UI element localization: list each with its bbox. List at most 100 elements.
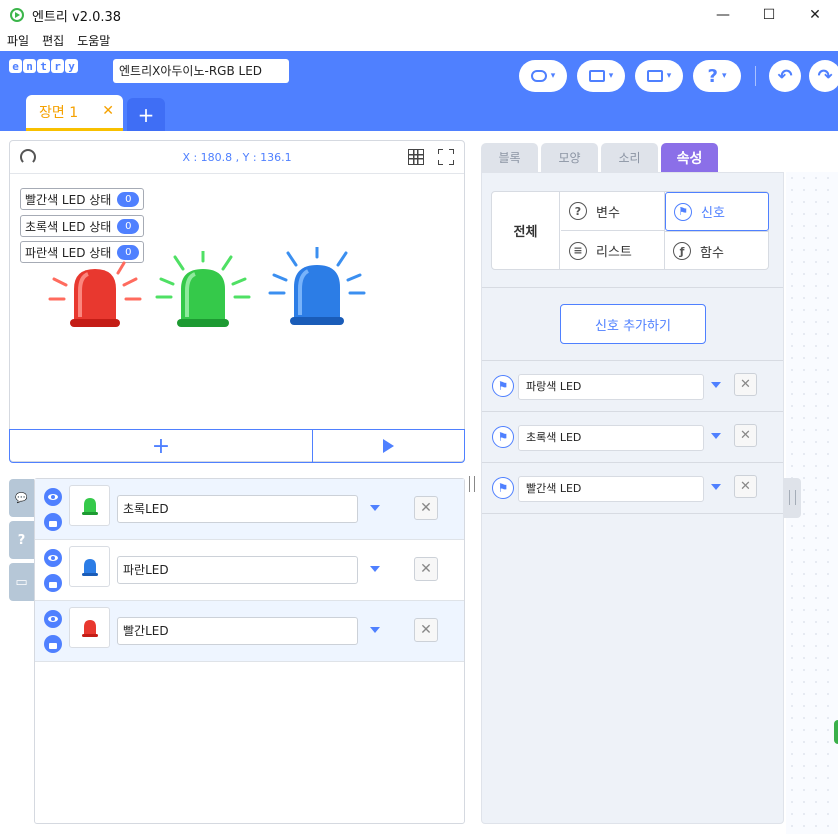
signal-menu-chevron-down-icon[interactable] bbox=[711, 382, 721, 388]
object-thumbnail bbox=[69, 607, 110, 648]
run-button[interactable] bbox=[313, 430, 464, 462]
object-list: 초록LED ✕ 파란LED ✕ 빨간LED ✕ bbox=[34, 478, 465, 824]
tab-blocks[interactable]: 블록 bbox=[481, 143, 538, 172]
tab-properties[interactable]: 속성 bbox=[661, 143, 718, 172]
visibility-eye-icon[interactable] bbox=[44, 610, 62, 628]
new-dropdown-button[interactable]: ▾ bbox=[577, 60, 625, 92]
mouse-coordinates: X : 180.8 , Y : 136.1 bbox=[182, 151, 292, 164]
object-name-input[interactable]: 파란LED bbox=[117, 556, 358, 584]
delete-object-button[interactable]: ✕ bbox=[414, 557, 438, 581]
green-led-sprite[interactable] bbox=[153, 251, 253, 331]
delete-signal-button[interactable]: ✕ bbox=[734, 373, 757, 396]
play-icon bbox=[383, 439, 394, 453]
variable-label: 파란색 LED 상태 bbox=[25, 245, 112, 260]
chat-tab-icon[interactable]: 💬 bbox=[9, 479, 34, 517]
menu-edit[interactable]: 편집 bbox=[42, 32, 64, 49]
grid-icon[interactable] bbox=[408, 149, 424, 165]
question-icon: ? bbox=[569, 202, 587, 220]
fullscreen-icon[interactable] bbox=[438, 149, 454, 165]
object-menu-chevron-down-icon[interactable] bbox=[370, 627, 380, 633]
add-object-button[interactable]: + bbox=[10, 430, 313, 462]
workspace-block-edge[interactable] bbox=[834, 720, 838, 744]
category-all[interactable]: 전체 bbox=[492, 192, 560, 269]
signal-name-input[interactable]: 초록색 LED bbox=[518, 425, 704, 451]
variable-monitor-blue[interactable]: 파란색 LED 상태 0 bbox=[20, 241, 145, 263]
signal-name-input[interactable]: 빨간색 LED bbox=[518, 476, 704, 502]
workspace-resize-handle[interactable] bbox=[784, 478, 801, 518]
mode-dropdown-button[interactable]: ▾ bbox=[519, 60, 567, 92]
logo-letter: e bbox=[9, 59, 22, 73]
undo-button[interactable]: ↶ bbox=[769, 60, 801, 92]
menu-help[interactable]: 도움말 bbox=[77, 32, 110, 49]
close-button[interactable]: ✕ bbox=[792, 0, 838, 30]
stage-toolbar: X : 180.8 , Y : 136.1 bbox=[10, 141, 464, 174]
delete-object-button[interactable]: ✕ bbox=[414, 618, 438, 642]
menu-bar: 파일 편집 도움말 bbox=[0, 30, 838, 51]
tab-shapes[interactable]: 모양 bbox=[541, 143, 598, 172]
help-icon: ? bbox=[707, 65, 718, 87]
scene-tab[interactable]: 장면 1 ✕ bbox=[26, 95, 123, 131]
delete-signal-button[interactable]: ✕ bbox=[734, 424, 757, 447]
object-menu-chevron-down-icon[interactable] bbox=[370, 505, 380, 511]
blocks-mode-icon bbox=[530, 70, 547, 82]
scene-tab-label: 장면 1 bbox=[39, 104, 79, 121]
category-label: 함수 bbox=[700, 245, 724, 261]
tab-sounds[interactable]: 소리 bbox=[601, 143, 658, 172]
top-header: e n t r y 엔트리X아두이노-RGB LED ▾ ▾ ▾ ? ▾ ↶ ↷ … bbox=[0, 51, 838, 131]
minimize-button[interactable]: — bbox=[700, 0, 746, 30]
variable-label: 빨간색 LED 상태 bbox=[25, 192, 112, 207]
object-menu-chevron-down-icon[interactable] bbox=[370, 566, 380, 572]
add-scene-button[interactable]: + bbox=[127, 98, 165, 131]
signal-icon: ⚑ bbox=[674, 202, 692, 221]
header-divider bbox=[755, 66, 756, 86]
entry-logo[interactable]: e n t r y bbox=[9, 59, 79, 73]
help-dropdown-button[interactable]: ? ▾ bbox=[693, 60, 741, 92]
object-name-input[interactable]: 초록LED bbox=[117, 495, 358, 523]
category-functions[interactable]: ƒ 함수 bbox=[665, 231, 769, 270]
variable-monitor-red[interactable]: 빨간색 LED 상태 0 bbox=[20, 188, 145, 210]
signal-name-input[interactable]: 파랑색 LED bbox=[518, 374, 704, 400]
unlock-icon[interactable] bbox=[44, 513, 62, 531]
menu-file[interactable]: 파일 bbox=[7, 32, 29, 49]
redo-button[interactable]: ↷ bbox=[809, 60, 838, 92]
unlock-icon[interactable] bbox=[44, 574, 62, 592]
window-title: 엔트리 v2.0.38 bbox=[32, 9, 122, 25]
visibility-eye-icon[interactable] bbox=[44, 488, 62, 506]
document-icon bbox=[588, 70, 605, 82]
scene-close-icon[interactable]: ✕ bbox=[102, 103, 114, 119]
console-tab-icon[interactable]: ▭ bbox=[9, 563, 34, 601]
red-led-sprite[interactable] bbox=[46, 261, 146, 331]
delete-object-button[interactable]: ✕ bbox=[414, 496, 438, 520]
category-variables[interactable]: ? 변수 bbox=[561, 192, 665, 231]
help-tab-icon[interactable]: ? bbox=[9, 521, 34, 559]
project-name-input[interactable]: 엔트리X아두이노-RGB LED bbox=[113, 59, 289, 83]
unlock-icon[interactable] bbox=[44, 635, 62, 653]
category-signals[interactable]: ⚑ 신호 bbox=[665, 192, 769, 231]
save-dropdown-button[interactable]: ▾ bbox=[635, 60, 683, 92]
maximize-button[interactable]: ☐ bbox=[746, 0, 792, 30]
object-row[interactable]: 초록LED ✕ bbox=[35, 479, 464, 540]
object-row[interactable]: 파란LED ✕ bbox=[35, 540, 464, 601]
signal-menu-chevron-down-icon[interactable] bbox=[711, 433, 721, 439]
side-tab-strip: 💬 ? ▭ bbox=[9, 479, 34, 605]
variable-value: 0 bbox=[117, 218, 140, 234]
variable-monitor-green[interactable]: 초록색 LED 상태 0 bbox=[20, 215, 145, 237]
object-thumbnail bbox=[69, 546, 110, 587]
signal-menu-chevron-down-icon[interactable] bbox=[711, 484, 721, 490]
properties-panel: 전체 ? 변수 ⚑ 신호 ≡ 리스트 ƒ 함수 신호 추가하기 ⚑ 파랑색 LE… bbox=[481, 172, 784, 824]
category-lists[interactable]: ≡ 리스트 bbox=[561, 231, 665, 270]
object-row[interactable]: 빨간LED ✕ bbox=[35, 601, 464, 662]
visibility-eye-icon[interactable] bbox=[44, 549, 62, 567]
blue-led-sprite[interactable] bbox=[268, 247, 368, 329]
object-name-input[interactable]: 빨간LED bbox=[117, 617, 358, 645]
list-icon: ≡ bbox=[569, 241, 587, 260]
add-signal-button[interactable]: 신호 추가하기 bbox=[560, 304, 706, 344]
signal-row: ⚑ 파랑색 LED ✕ bbox=[482, 360, 783, 411]
save-icon bbox=[646, 70, 663, 82]
category-label: 변수 bbox=[596, 205, 620, 221]
category-label: 신호 bbox=[701, 206, 725, 221]
variable-value: 0 bbox=[117, 191, 140, 207]
panel-resize-handle[interactable] bbox=[469, 476, 475, 492]
divider bbox=[482, 513, 783, 514]
delete-signal-button[interactable]: ✕ bbox=[734, 475, 757, 498]
